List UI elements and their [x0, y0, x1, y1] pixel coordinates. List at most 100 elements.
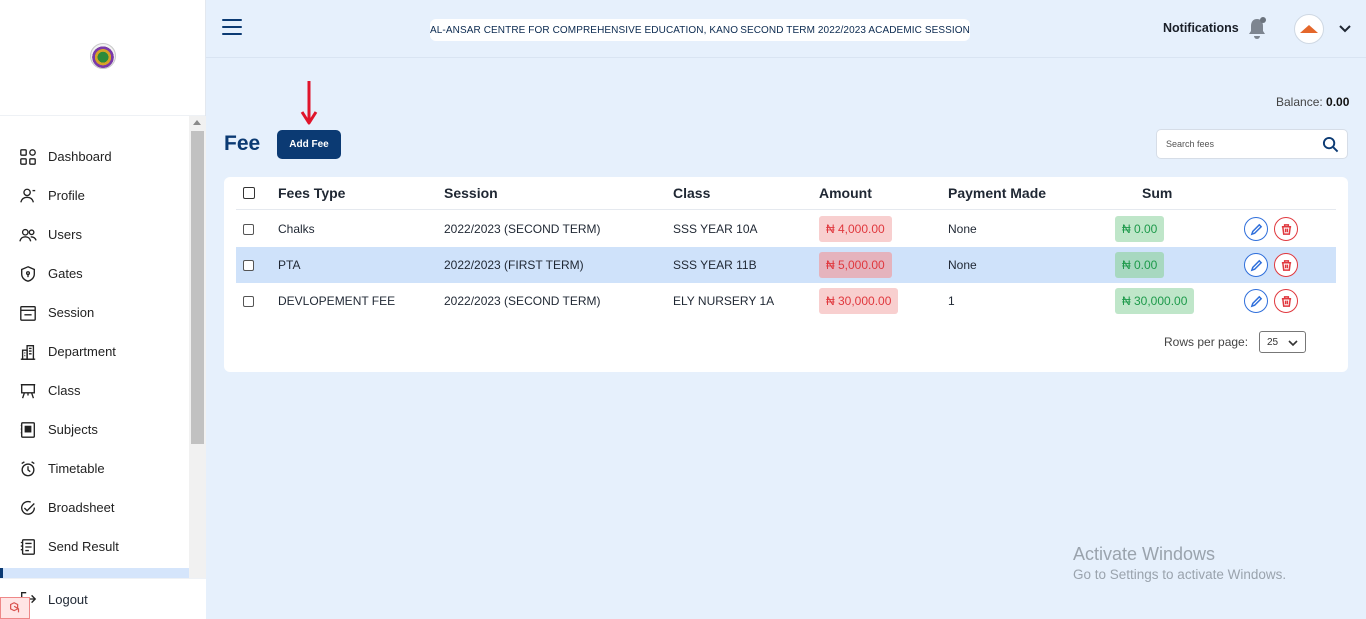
table-row[interactable]: Chalks 2022/2023 (SECOND TERM) SSS YEAR …	[236, 211, 1336, 247]
logout-button[interactable]: Logout	[0, 578, 206, 619]
select-all-checkbox[interactable]	[243, 187, 255, 199]
sidebar-item-broadsheet[interactable]: Broadsheet	[0, 488, 189, 527]
sidebar-item-label: Department	[48, 344, 116, 359]
column-header-class[interactable]: Class	[673, 177, 710, 209]
trash-icon	[1281, 259, 1291, 271]
shield-icon	[18, 264, 38, 284]
sidebar-item-label: Class	[48, 383, 81, 398]
pencil-icon	[1250, 259, 1262, 271]
add-fee-button[interactable]: Add Fee	[277, 130, 341, 159]
edit-button[interactable]	[1244, 289, 1268, 313]
column-header-sum[interactable]: Sum	[1142, 177, 1172, 209]
trash-icon	[1281, 295, 1291, 307]
logout-label: Logout	[48, 591, 88, 607]
table-header-row: Fees Type Session Class Amount Payment M…	[236, 177, 1336, 210]
chevron-down-icon[interactable]	[1337, 20, 1353, 36]
rows-per-page-label: Rows per page:	[1164, 335, 1249, 349]
column-header-session[interactable]: Session	[444, 177, 498, 209]
edit-button[interactable]	[1244, 253, 1268, 277]
search-input[interactable]	[1166, 139, 1316, 149]
row-checkbox[interactable]	[243, 295, 254, 307]
sidebar-item-class[interactable]: Class	[0, 371, 189, 410]
table-row[interactable]: PTA 2022/2023 (FIRST TERM) SSS YEAR 11B …	[236, 247, 1336, 283]
column-header-amount[interactable]: Amount	[819, 177, 872, 209]
calendar-icon	[18, 303, 38, 323]
sidebar-item-label: Session	[48, 305, 95, 320]
delete-button[interactable]	[1274, 289, 1298, 313]
sidebar-item-label: Subjects	[48, 422, 98, 437]
rows-per-page-select[interactable]: 25	[1259, 331, 1306, 353]
session-info: SECOND TERM 2022/2023 ACADEMIC SESSION	[740, 24, 970, 36]
class-cell: SSS YEAR 10A	[673, 222, 758, 236]
sidebar-item-session[interactable]: Session	[0, 293, 189, 332]
payment-made-cell: 1	[948, 294, 955, 308]
sidebar-item-label: Broadsheet	[48, 500, 115, 515]
sidebar-item-timetable[interactable]: Timetable	[0, 449, 189, 488]
sidebar-item-department[interactable]: Department	[0, 332, 189, 371]
sidebar-item-label: Timetable	[48, 461, 105, 476]
building-icon	[18, 342, 38, 362]
session-cell: 2022/2023 (SECOND TERM)	[444, 294, 601, 308]
school-logo[interactable]	[89, 42, 116, 69]
row-checkbox[interactable]	[243, 223, 254, 235]
delete-button[interactable]	[1274, 217, 1298, 241]
class-cell: SSS YEAR 11B	[673, 258, 757, 272]
page-title: Fee	[224, 132, 261, 155]
watermark-title: Activate Windows	[1073, 544, 1216, 564]
book-icon	[18, 420, 38, 440]
sum-badge: ₦ 0.00	[1115, 216, 1165, 242]
sidebar-item-label: Profile	[48, 188, 85, 203]
bell-icon[interactable]	[1246, 16, 1268, 40]
sidebar-item-subjects[interactable]: Subjects	[0, 410, 189, 449]
class-cell: ELY NURSERY 1A	[673, 294, 775, 308]
annotation-arrow-icon	[300, 81, 318, 125]
payment-made-cell: None	[948, 222, 977, 236]
dashboard-icon	[18, 147, 38, 167]
menu-toggle-icon[interactable]	[222, 19, 242, 37]
sum-badge: ₦ 0.00	[1115, 252, 1165, 278]
sidebar-item-profile[interactable]: Profile	[0, 176, 189, 215]
session-cell: 2022/2023 (FIRST TERM)	[444, 258, 584, 272]
fees-type-cell: Chalks	[278, 222, 315, 236]
amount-badge: ₦ 4,000.00	[819, 216, 892, 242]
sidebar-item-gates[interactable]: Gates	[0, 254, 189, 293]
avatar[interactable]	[1294, 14, 1324, 44]
column-header-payment-made[interactable]: Payment Made	[948, 177, 1046, 209]
sidebar-item-label: Users	[48, 227, 82, 242]
session-cell: 2022/2023 (SECOND TERM)	[444, 222, 601, 236]
school-name: AL-ANSAR CENTRE FOR COMPREHENSIVE EDUCAT…	[430, 24, 739, 36]
users-icon	[18, 225, 38, 245]
profile-icon	[18, 186, 38, 206]
search-field[interactable]	[1156, 129, 1348, 159]
payment-made-cell: None	[948, 258, 977, 272]
sidebar-item-send-result[interactable]: Send Result	[0, 527, 189, 566]
edit-button[interactable]	[1244, 217, 1268, 241]
sidebar-item-label: Dashboard	[48, 149, 112, 164]
sidebar-item-users[interactable]: Users	[0, 215, 189, 254]
notifications-label[interactable]: Notifications	[1163, 21, 1239, 35]
chevron-down-icon	[1288, 340, 1298, 347]
sidebar-nav: Dashboard Profile Users Gates Session De…	[0, 116, 189, 578]
sum-badge: ₦ 30,000.00	[1115, 288, 1195, 314]
scrollbar-thumb[interactable]	[191, 131, 204, 444]
alarm-clock-icon	[18, 459, 38, 479]
balance-value: 0.00	[1326, 95, 1350, 109]
sidebar-item-dashboard[interactable]: Dashboard	[0, 137, 189, 176]
table-row[interactable]: DEVLOPEMENT FEE 2022/2023 (SECOND TERM) …	[236, 283, 1336, 319]
debug-badge-icon[interactable]	[0, 597, 30, 619]
pencil-icon	[1250, 223, 1262, 235]
school-session-banner: AL-ANSAR CENTRE FOR COMPREHENSIVE EDUCAT…	[430, 19, 970, 41]
sidebar-scrollbar[interactable]	[189, 116, 206, 578]
fees-table-card: Fees Type Session Class Amount Payment M…	[224, 177, 1348, 372]
delete-button[interactable]	[1274, 253, 1298, 277]
house-logo-icon	[1300, 25, 1318, 33]
balance-label: Balance:	[1276, 95, 1323, 109]
row-checkbox[interactable]	[243, 259, 254, 271]
search-icon[interactable]	[1322, 136, 1339, 153]
document-icon	[18, 537, 38, 557]
rows-per-page-value: 25	[1267, 336, 1279, 348]
scroll-up-arrow-icon[interactable]	[193, 120, 201, 125]
column-header-fees-type[interactable]: Fees Type	[278, 177, 345, 209]
sidebar-active-item[interactable]	[0, 568, 189, 578]
sidebar-logo-area	[0, 0, 205, 116]
